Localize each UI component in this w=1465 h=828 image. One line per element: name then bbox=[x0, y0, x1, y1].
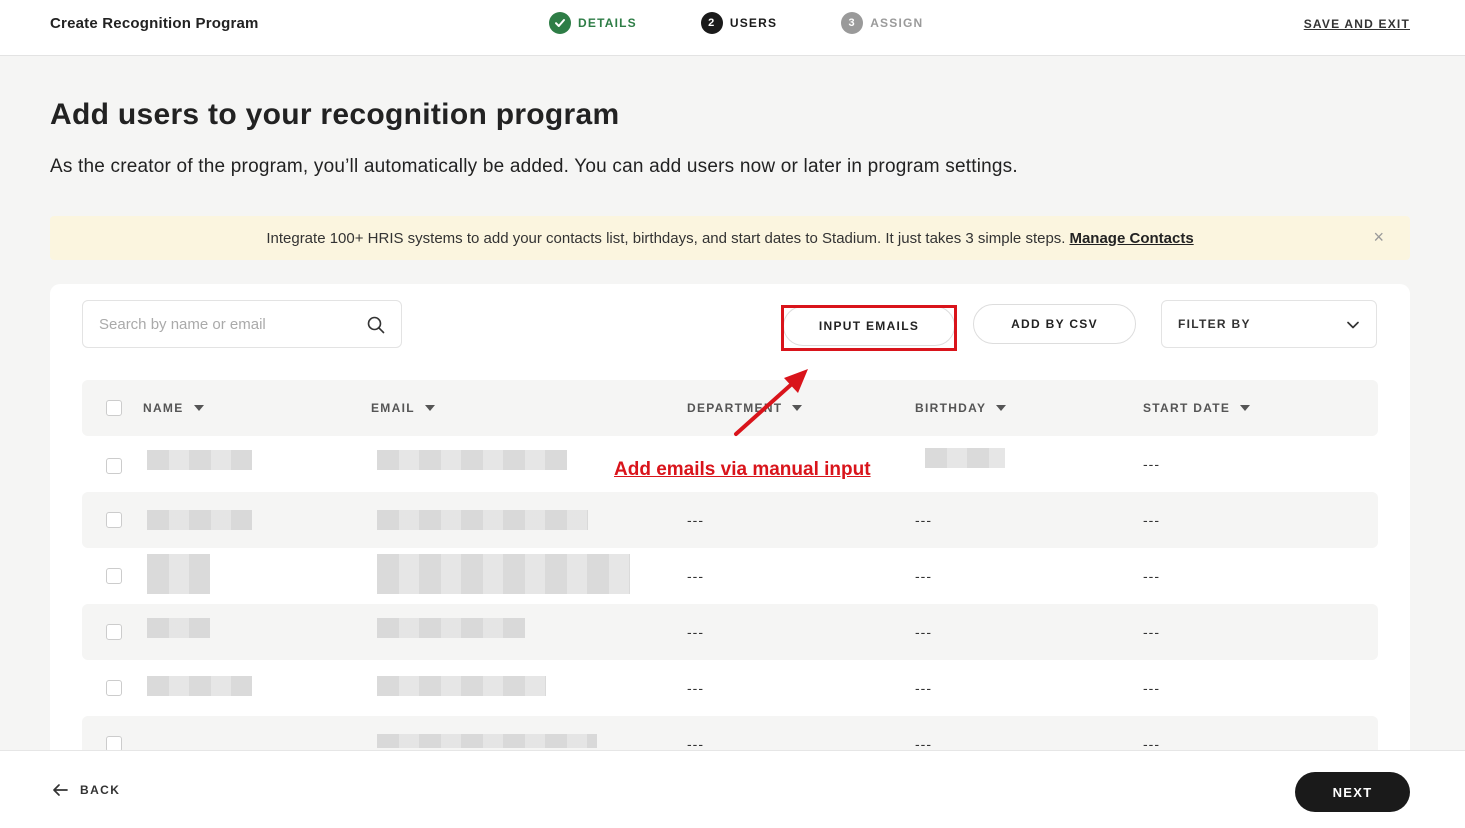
table-row[interactable]: --- --- --- bbox=[82, 604, 1378, 660]
redacted-email bbox=[377, 510, 588, 530]
filter-by-dropdown[interactable]: FILTER BY bbox=[1161, 300, 1377, 348]
manage-contacts-link[interactable]: Manage Contacts bbox=[1069, 230, 1193, 247]
annotation-arrow-icon bbox=[734, 369, 808, 436]
save-and-exit-link[interactable]: SAVE AND EXIT bbox=[1304, 17, 1410, 31]
cell-start-date: --- bbox=[1143, 512, 1160, 528]
row-checkbox[interactable] bbox=[106, 568, 122, 584]
column-header-start-date[interactable]: START DATE bbox=[1143, 401, 1251, 415]
search-icon[interactable] bbox=[367, 316, 385, 334]
close-icon[interactable]: × bbox=[1373, 228, 1384, 246]
stepper: DETAILS 2 USERS 3 ASSIGN bbox=[549, 12, 923, 34]
cell-department: --- bbox=[687, 512, 704, 528]
cell-department: --- bbox=[687, 624, 704, 640]
search-input[interactable] bbox=[83, 301, 343, 347]
sort-caret-icon bbox=[996, 405, 1007, 411]
page-subtitle: As the creator of the program, you’ll au… bbox=[50, 156, 1018, 177]
row-checkbox[interactable] bbox=[106, 458, 122, 474]
step-details[interactable]: DETAILS bbox=[549, 12, 637, 34]
annotation-label: Add emails via manual input bbox=[614, 459, 871, 480]
redacted-name bbox=[147, 554, 210, 594]
cell-start-date: --- bbox=[1143, 624, 1160, 640]
cell-birthday: --- bbox=[915, 512, 932, 528]
redacted-birthday bbox=[925, 448, 1005, 468]
add-by-csv-button[interactable]: ADD BY CSV bbox=[973, 304, 1136, 344]
redacted-email bbox=[377, 676, 546, 696]
table-row[interactable]: --- --- --- bbox=[82, 492, 1378, 548]
column-header-birthday[interactable]: BIRTHDAY bbox=[915, 401, 1007, 415]
cell-birthday: --- bbox=[915, 680, 932, 696]
step-users[interactable]: 2 USERS bbox=[700, 12, 778, 34]
row-checkbox[interactable] bbox=[106, 680, 122, 696]
redacted-email bbox=[377, 450, 567, 470]
column-header-name[interactable]: NAME bbox=[143, 401, 204, 415]
redacted-email bbox=[377, 618, 525, 638]
column-header-email[interactable]: EMAIL bbox=[371, 401, 435, 415]
sort-caret-icon bbox=[1240, 405, 1251, 411]
cell-department: --- bbox=[687, 680, 704, 696]
row-checkbox[interactable] bbox=[106, 624, 122, 640]
filter-label: FILTER BY bbox=[1178, 317, 1251, 331]
cell-start-date: --- bbox=[1143, 568, 1160, 584]
step-label: DETAILS bbox=[578, 16, 637, 30]
search-box bbox=[82, 300, 402, 348]
sort-caret-icon bbox=[424, 405, 435, 411]
banner-text: Integrate 100+ HRIS systems to add your … bbox=[266, 229, 1066, 247]
cell-start-date: --- bbox=[1143, 680, 1160, 696]
step-label: USERS bbox=[729, 16, 778, 30]
select-all-checkbox[interactable] bbox=[106, 400, 122, 416]
check-icon bbox=[549, 12, 571, 34]
annotation-highlight-box bbox=[781, 305, 957, 351]
step-label: ASSIGN bbox=[870, 16, 924, 30]
redacted-email bbox=[377, 734, 597, 748]
chevron-down-icon bbox=[1347, 321, 1359, 329]
cell-birthday: --- bbox=[915, 624, 932, 640]
app-title: Create Recognition Program bbox=[50, 15, 259, 32]
cell-birthday: --- bbox=[915, 568, 932, 584]
table-row[interactable]: --- --- --- bbox=[82, 660, 1378, 716]
back-button[interactable]: BACK bbox=[52, 783, 120, 797]
step-number: 2 bbox=[700, 12, 723, 34]
cell-department: --- bbox=[687, 568, 704, 584]
cell-start-date: --- bbox=[1143, 456, 1160, 472]
table-row[interactable]: --- --- --- bbox=[82, 548, 1378, 604]
arrow-left-icon bbox=[53, 784, 68, 796]
redacted-email bbox=[377, 554, 630, 594]
top-bar: Create Recognition Program DETAILS 2 USE… bbox=[0, 0, 1465, 56]
page-title: Add users to your recognition program bbox=[50, 98, 620, 131]
sort-caret-icon bbox=[193, 405, 204, 411]
footer-bar: BACK NEXT bbox=[0, 750, 1465, 828]
back-label: BACK bbox=[80, 783, 121, 797]
redacted-name bbox=[147, 450, 252, 470]
redacted-name bbox=[147, 510, 252, 530]
next-button[interactable]: NEXT bbox=[1295, 772, 1410, 812]
row-checkbox[interactable] bbox=[106, 512, 122, 528]
step-number: 3 bbox=[841, 12, 864, 34]
hris-banner: Integrate 100+ HRIS systems to add your … bbox=[50, 216, 1410, 260]
redacted-name bbox=[147, 618, 210, 638]
redacted-name bbox=[147, 676, 252, 696]
step-assign[interactable]: 3 ASSIGN bbox=[841, 12, 923, 34]
